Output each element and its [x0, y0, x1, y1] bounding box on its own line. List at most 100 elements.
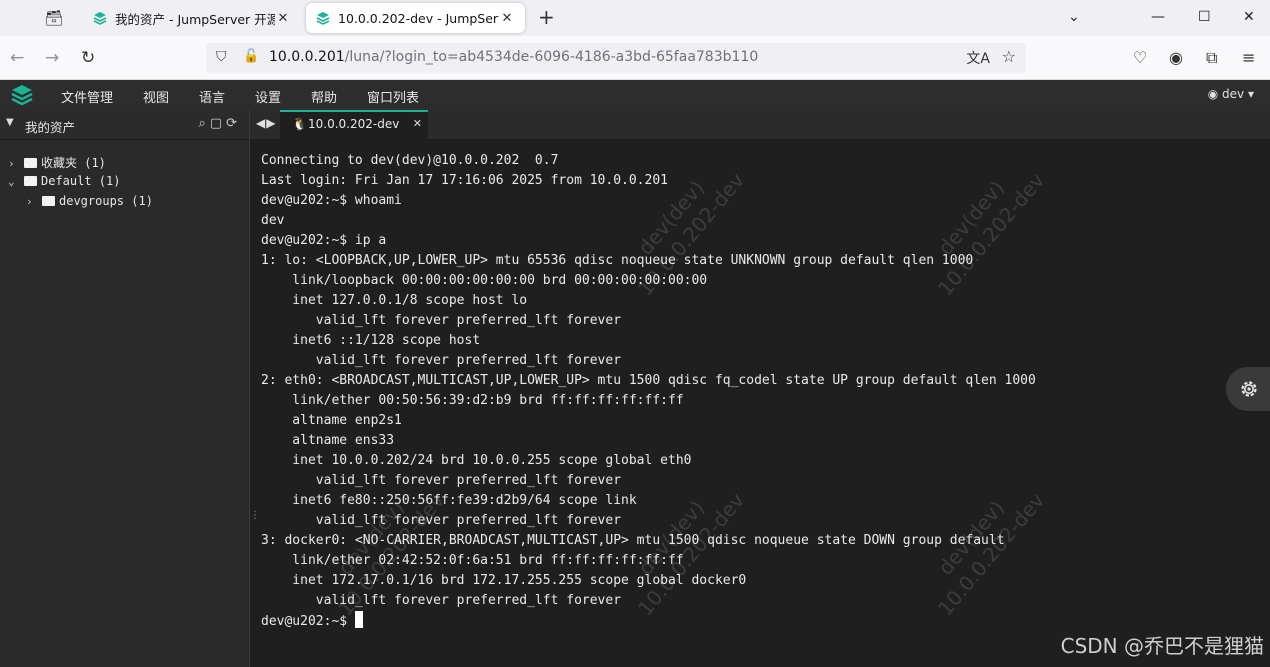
chevron-down-icon: ▾	[1247, 87, 1254, 101]
browser-tab-title: 我的资产 - JumpServer 开源堡	[115, 11, 275, 27]
terminal-line: valid_lft forever preferred_lft forever	[261, 593, 622, 608]
terminal-settings-button[interactable]	[1226, 367, 1270, 411]
insecure-lock-icon[interactable]: 🔓	[243, 49, 259, 64]
terminal-line: inet6 ::1/128 scope host	[261, 333, 481, 348]
close-window-button[interactable]: ✕	[1243, 6, 1255, 28]
panel-splitter-handle[interactable]: ⋮	[250, 510, 260, 521]
refresh-icon[interactable]: ⟳	[226, 116, 241, 131]
tree-node-label: Default (1)	[41, 174, 121, 188]
reload-icon[interactable]: ↻	[81, 47, 95, 69]
tracking-protection-shield-icon[interactable]: ⛉	[216, 49, 227, 65]
terminal-line: altname ens33	[261, 433, 395, 448]
terminal-line: altname enp2s1	[261, 413, 402, 428]
terminal-tab-bar: ◀▶ 🐧 10.0.0.202-dev ✕	[250, 110, 1270, 140]
menu-language[interactable]: 语言	[199, 87, 225, 106]
url-path: /luna/?login_to=ab4534de-6096-4186-a3bd-…	[344, 49, 759, 65]
terminal-line: valid_lft forever preferred_lft forever	[261, 313, 622, 328]
linux-penguin-icon: 🐧	[292, 117, 307, 131]
browser-tab-title: 10.0.0.202-dev - JumpServer	[338, 10, 499, 26]
terminal-line: link/loopback 00:00:00:00:00:00 brd 00:0…	[261, 273, 708, 288]
terminal-line: 3: docker0: <NO-CARRIER,BROADCAST,MULTIC…	[261, 533, 1005, 548]
terminal-line: Last login: Fri Jan 17 17:16:06 2025 fro…	[261, 173, 668, 188]
asset-tree-title: 我的资产	[25, 120, 76, 135]
tree-node-devgroups[interactable]: › devgroups (1)	[26, 194, 153, 208]
close-tab-icon[interactable]: ✕	[275, 11, 291, 26]
terminal-line: inet 10.0.0.202/24 brd 10.0.0.255 scope …	[261, 453, 692, 468]
terminal-cursor	[354, 611, 363, 628]
terminal-line: dev@u202:~$ whoami	[261, 193, 402, 208]
jumpserver-favicon-icon	[316, 12, 330, 25]
user-avatar-icon: ◉	[1207, 87, 1219, 101]
gear-icon	[1241, 381, 1257, 397]
terminal-line: Connecting to dev(dev)@10.0.0.202 0.7	[261, 153, 559, 168]
browser-tab-strip: 🗃 我的资产 - JumpServer 开源堡 ✕ 10.0.0.202-dev…	[0, 0, 1270, 36]
collapse-caret-icon[interactable]: ▼	[6, 117, 14, 128]
terminal-line: 2: eth0: <BROADCAST,MULTICAST,UP,LOWER_U…	[261, 373, 1036, 388]
tab-manager-icon[interactable]: 🗃	[44, 8, 64, 28]
tab-scroll-arrows-icon[interactable]: ◀▶	[256, 116, 276, 130]
menu-help[interactable]: 帮助	[311, 87, 337, 106]
terminal-line: link/ether 02:42:52:0f:6a:51 brd ff:ff:f…	[261, 553, 684, 568]
menu-file-management[interactable]: 文件管理	[61, 87, 113, 106]
jumpserver-favicon-icon	[93, 12, 107, 25]
asset-tree-sidebar: ▼ 我的资产 ⌕▢⟳ › 收藏夹 (1) ⌄ Default (1) › devgro…	[0, 110, 250, 667]
address-bar[interactable]: ⛉ 🔓 10.0.0.201/luna/?login_to=ab4534de-6…	[206, 43, 1026, 73]
minimize-window-button[interactable]: —	[1151, 6, 1165, 28]
terminal[interactable]: dev(dev) 10.0.0.202-dev dev(dev) 10.0.0.…	[250, 140, 1270, 667]
asset-tree-actions: ⌕▢⟳	[199, 116, 241, 131]
maximize-window-button[interactable]: ☐	[1198, 6, 1211, 28]
terminal-line: inet6 fe80::250:56ff:fe39:d2b9/64 scope …	[261, 493, 637, 508]
folder-open-icon	[24, 176, 37, 186]
url-text[interactable]: 10.0.0.201/luna/?login_to=ab4534de-6096-…	[269, 49, 758, 65]
menu-settings[interactable]: 设置	[255, 87, 281, 106]
terminal-tab-title: 10.0.0.202-dev	[308, 117, 400, 131]
terminal-line: valid_lft forever preferred_lft forever	[261, 353, 622, 368]
terminal-tab[interactable]: 🐧 10.0.0.202-dev ✕	[280, 110, 428, 139]
account-icon[interactable]: ◉	[1169, 47, 1183, 69]
terminal-line: valid_lft forever preferred_lft forever	[261, 513, 622, 528]
terminal-prompt-line[interactable]: dev@u202:~$	[261, 611, 363, 632]
luna-menubar: 文件管理 视图 语言 设置 帮助 窗口列表 ◉ dev ▾	[0, 80, 1270, 110]
user-name: dev	[1222, 87, 1245, 101]
terminal-line: 1: lo: <LOOPBACK,UP,LOWER_UP> mtu 65536 …	[261, 253, 974, 268]
terminal-line: inet 172.17.0.1/16 brd 172.17.255.255 sc…	[261, 573, 747, 588]
browser-navigation-bar: ← → ↻ ⛉ 🔓 10.0.0.201/luna/?login_to=ab45…	[0, 36, 1270, 80]
tree-node-default[interactable]: ⌄ Default (1)	[8, 174, 120, 188]
forward-arrow-icon[interactable]: →	[45, 47, 59, 69]
menu-window-list[interactable]: 窗口列表	[367, 87, 419, 106]
browser-tab-terminal[interactable]: 10.0.0.202-dev - JumpServer ✕	[306, 3, 525, 33]
expand-all-icon[interactable]: ▢	[210, 116, 226, 131]
folder-icon	[24, 158, 37, 168]
asset-tree-header: ▼ 我的资产 ⌕▢⟳	[0, 110, 249, 140]
new-tab-button[interactable]: +	[538, 6, 555, 28]
browser-tab-assets[interactable]: 我的资产 - JumpServer 开源堡 ✕	[83, 3, 301, 33]
terminal-line: dev	[261, 213, 285, 228]
terminal-line: link/ether 00:50:56:39:d2:b9 brd ff:ff:f…	[261, 393, 684, 408]
csdn-watermark-text: CSDN @乔巴不是狸猫	[1060, 634, 1264, 658]
jumpserver-logo-icon	[11, 85, 33, 106]
chevron-down-icon[interactable]: ⌄	[8, 175, 24, 188]
folder-icon	[42, 196, 55, 206]
close-tab-icon[interactable]: ✕	[499, 11, 515, 26]
menu-view[interactable]: 视图	[143, 87, 169, 106]
watermark: dev(dev) 10.0.0.202-dev	[912, 151, 1050, 301]
bookmark-star-icon[interactable]: ☆	[1002, 47, 1016, 66]
url-host: 10.0.0.201	[269, 49, 345, 65]
translate-icon[interactable]: 文A	[966, 48, 990, 68]
terminal-line: dev@u202:~$ ip a	[261, 233, 387, 248]
menu-hamburger-icon[interactable]: ≡	[1242, 47, 1255, 69]
terminal-prompt: dev@u202:~$	[261, 614, 355, 629]
list-all-tabs-icon[interactable]: ⌄	[1068, 6, 1080, 28]
terminal-line: valid_lft forever preferred_lft forever	[261, 473, 622, 488]
extensions-icon[interactable]: ⧉	[1206, 47, 1217, 69]
tree-node-favorites[interactable]: › 收藏夹 (1)	[8, 154, 106, 171]
chevron-right-icon[interactable]: ›	[8, 157, 24, 170]
chevron-right-icon[interactable]: ›	[26, 195, 42, 208]
terminal-line: inet 127.0.0.1/8 scope host lo	[261, 293, 528, 308]
close-icon[interactable]: ✕	[413, 117, 422, 130]
pocket-icon[interactable]: ♡	[1133, 47, 1147, 69]
tree-node-label: 收藏夹 (1)	[41, 156, 106, 170]
back-arrow-icon[interactable]: ←	[10, 47, 24, 69]
search-icon[interactable]: ⌕	[199, 116, 210, 131]
user-menu[interactable]: ◉ dev ▾	[1208, 87, 1254, 101]
